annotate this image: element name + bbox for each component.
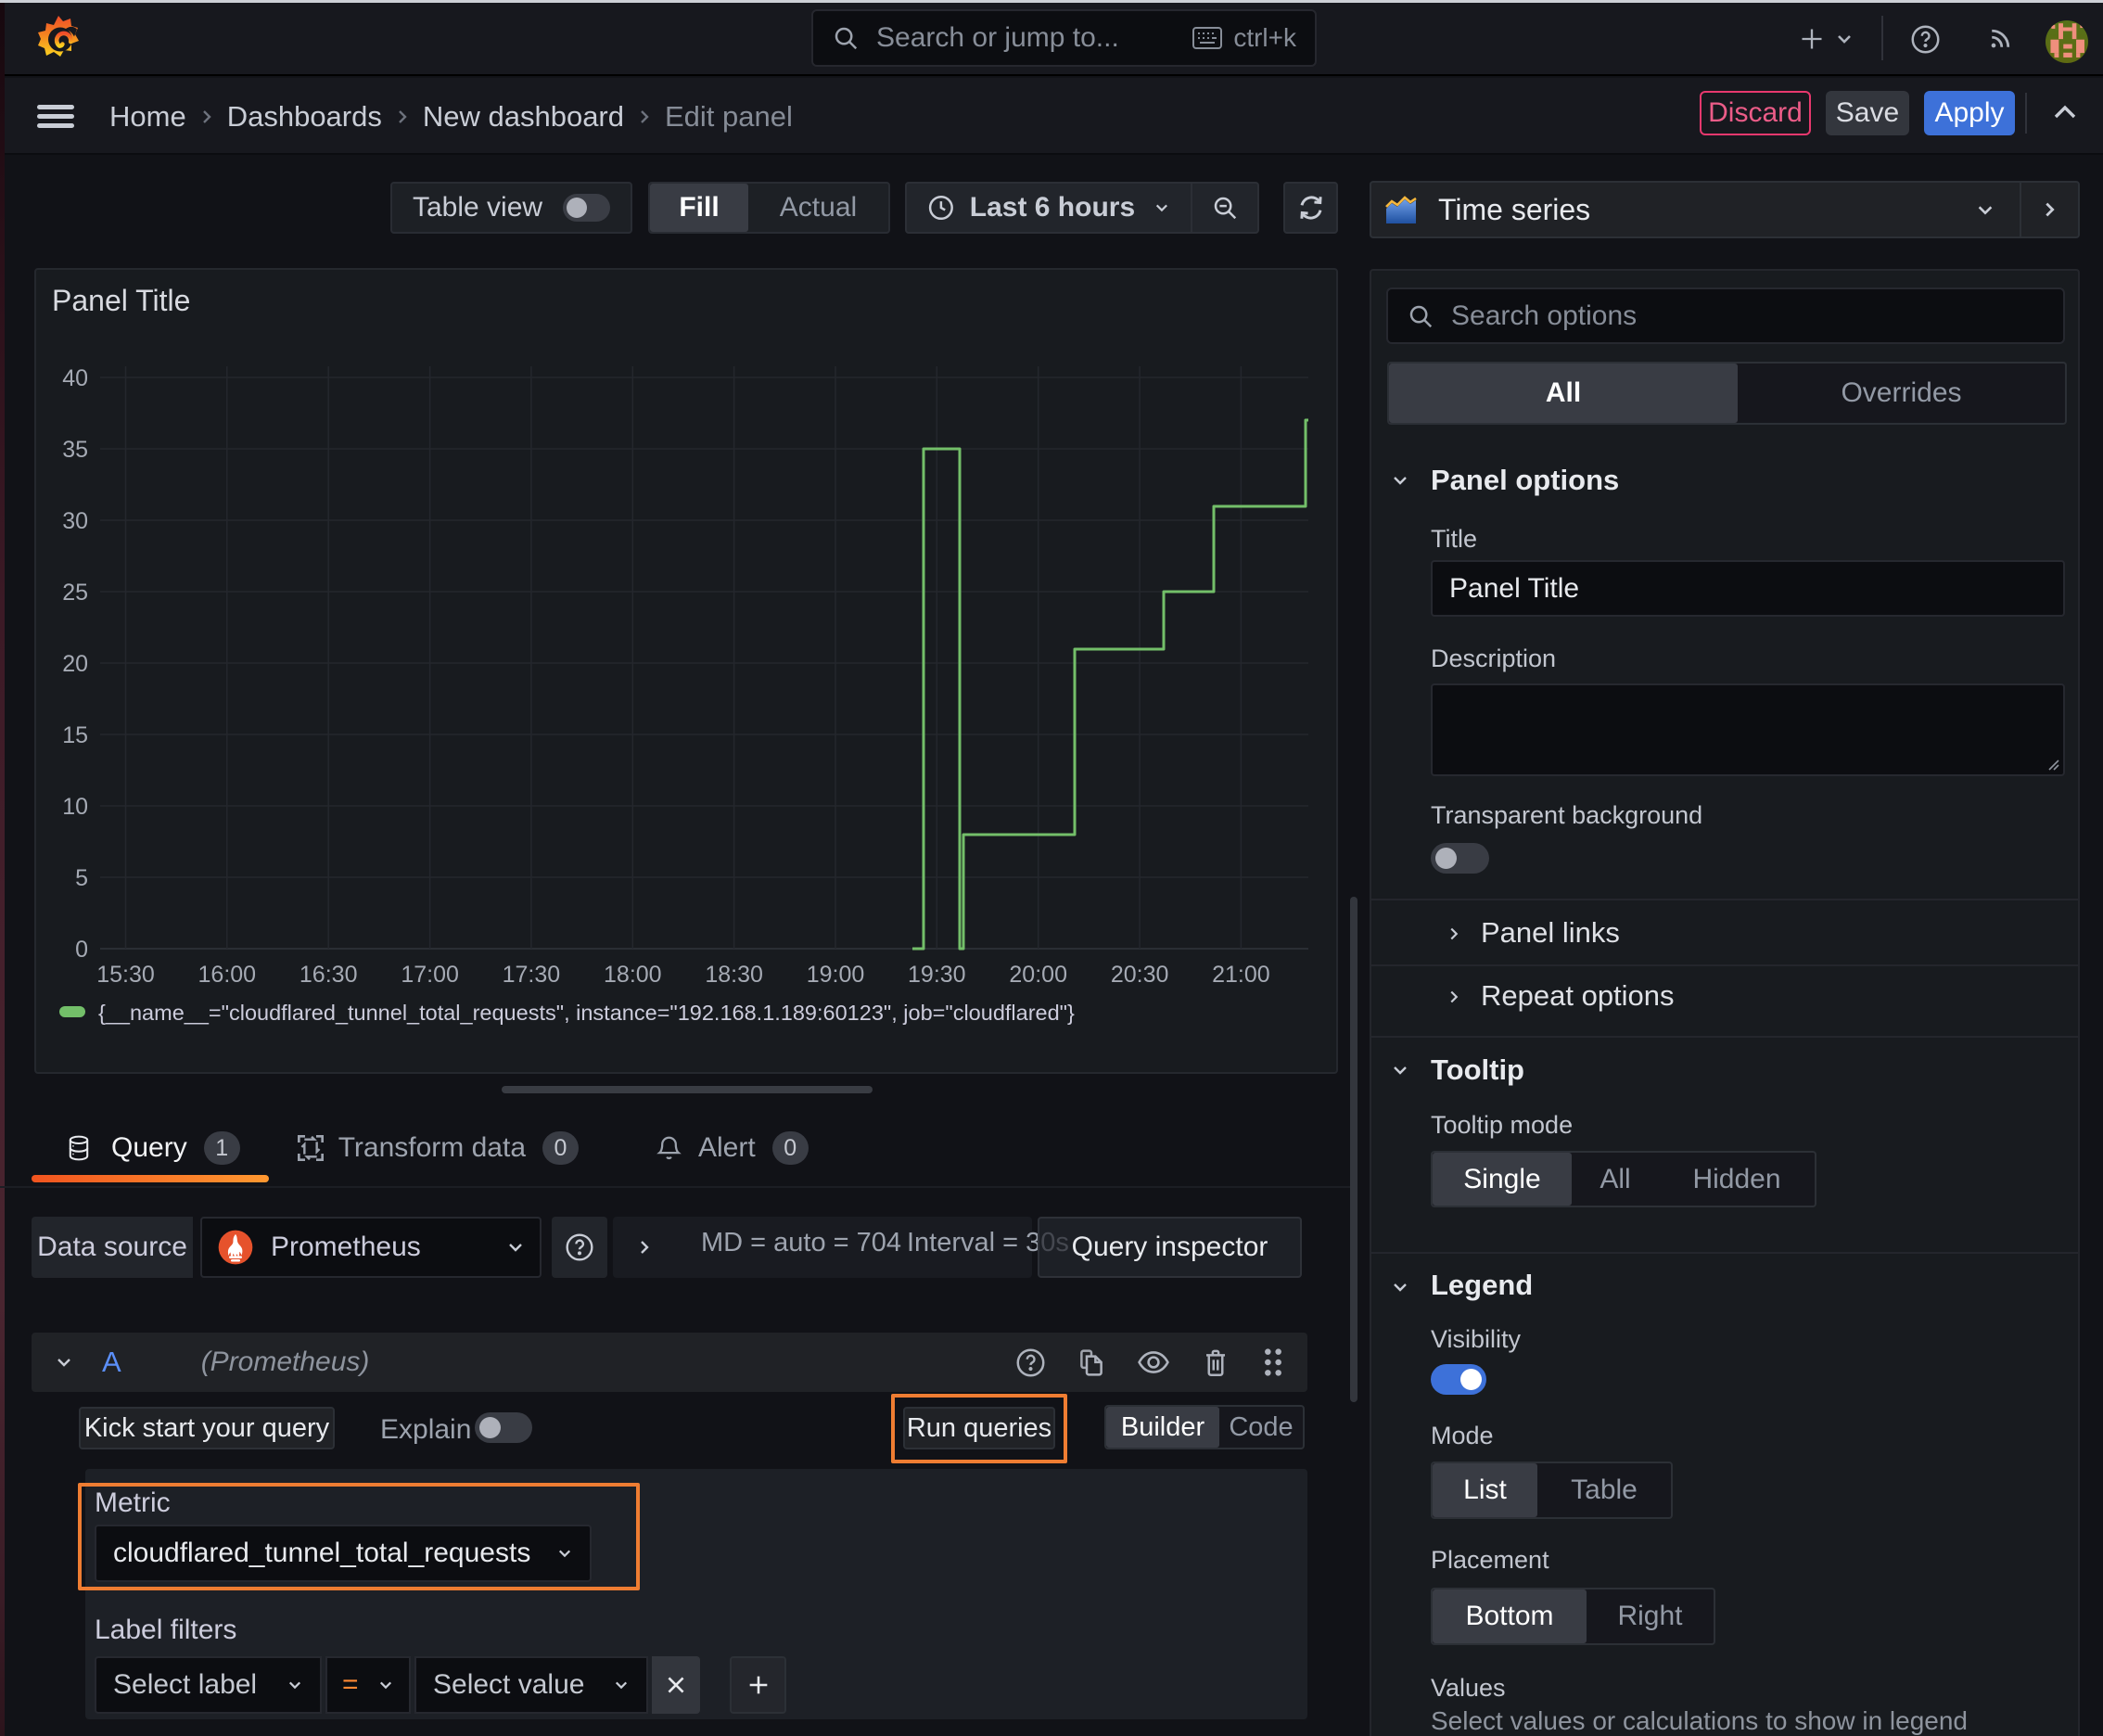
svg-text:17:30: 17:30 xyxy=(503,962,561,988)
svg-text:17:00: 17:00 xyxy=(401,962,459,988)
svg-text:0: 0 xyxy=(75,937,88,963)
svg-text:15:30: 15:30 xyxy=(96,962,155,988)
svg-text:18:00: 18:00 xyxy=(604,962,662,988)
svg-text:20: 20 xyxy=(62,651,88,677)
svg-text:5: 5 xyxy=(75,865,88,891)
svg-text:{__name__="cloudflared_tunnel_: {__name__="cloudflared_tunnel_total_requ… xyxy=(98,1001,1075,1025)
svg-text:16:00: 16:00 xyxy=(198,962,257,988)
svg-text:20:30: 20:30 xyxy=(1111,962,1169,988)
svg-text:21:00: 21:00 xyxy=(1212,962,1270,988)
svg-text:25: 25 xyxy=(62,580,88,606)
svg-text:19:00: 19:00 xyxy=(807,962,865,988)
svg-text:35: 35 xyxy=(62,437,88,463)
svg-text:20:00: 20:00 xyxy=(1009,962,1067,988)
svg-text:18:30: 18:30 xyxy=(705,962,763,988)
svg-text:10: 10 xyxy=(62,794,88,820)
svg-text:16:30: 16:30 xyxy=(300,962,358,988)
svg-text:15: 15 xyxy=(62,722,88,748)
svg-text:30: 30 xyxy=(62,508,88,534)
svg-text:19:30: 19:30 xyxy=(908,962,966,988)
svg-text:40: 40 xyxy=(62,365,88,391)
